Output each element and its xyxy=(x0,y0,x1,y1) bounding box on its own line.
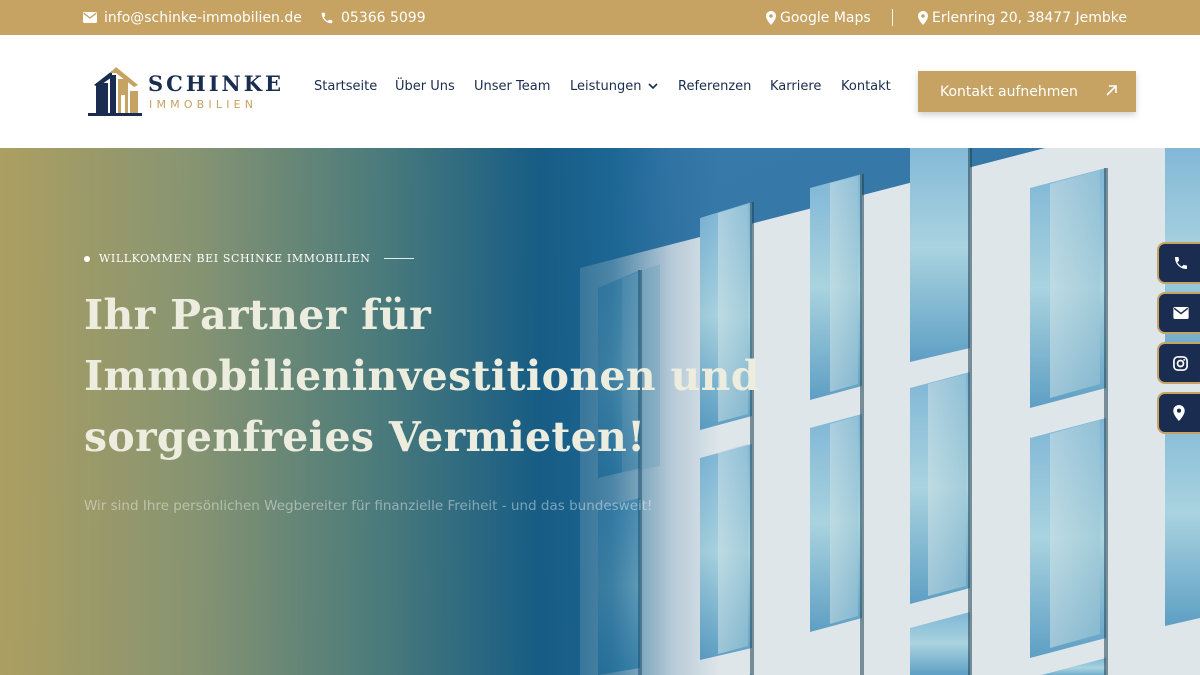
arrow-up-right-icon xyxy=(1106,85,1117,96)
nav-item-unser-team[interactable]: Unser Team xyxy=(474,79,550,94)
top-contact-bar: info@schinke-immobilien.de 05366 5099 Go… xyxy=(0,0,1200,35)
nav-item-label: Über Uns xyxy=(395,79,455,94)
site-header: SCHINKE IMMOBILIEN Startseite Über Uns U… xyxy=(0,35,1200,148)
hero-subline: Wir sind Ihre persönlichen Wegbereiter f… xyxy=(84,498,653,514)
nav-item-referenzen[interactable]: Referenzen xyxy=(678,79,751,94)
envelope-icon xyxy=(83,12,97,23)
nav-item-startseite[interactable]: Startseite xyxy=(314,79,377,94)
side-email-button[interactable] xyxy=(1157,292,1200,334)
map-pin-icon xyxy=(918,10,928,25)
logo-building-icon xyxy=(88,67,142,116)
eyebrow-text: WILLKOMMEN BEI SCHINKE IMMOBILIEN xyxy=(99,252,371,265)
phone-icon xyxy=(1175,257,1187,269)
nav-item-label: Karriere xyxy=(770,79,822,94)
nav-item-label: Startseite xyxy=(314,79,378,94)
side-phone-button[interactable] xyxy=(1157,242,1200,284)
phone-text: 05366 5099 xyxy=(341,9,426,26)
nav-item-ueber-uns[interactable]: Über Uns xyxy=(395,79,455,94)
nav-item-leistungen[interactable]: Leistungen xyxy=(570,79,659,94)
email-text: info@schinke-immobilien.de xyxy=(104,9,302,26)
nav-item-label: Unser Team xyxy=(474,79,551,94)
headline-line: Immobilieninvestitionen und xyxy=(84,352,760,400)
hero-headline: Ihr Partner für Immobilieninvestitionen … xyxy=(84,285,760,468)
nav-item-label: Referenzen xyxy=(678,79,752,94)
nav-item-label: Leistungen xyxy=(570,79,642,94)
map-pin-icon xyxy=(1173,405,1185,421)
phone-link[interactable]: 05366 5099 xyxy=(320,0,426,35)
side-location-button[interactable] xyxy=(1157,392,1200,434)
nav-item-kontakt[interactable]: Kontakt xyxy=(841,79,891,94)
logo-subtitle: IMMOBILIEN xyxy=(149,98,258,111)
chevron-down-icon xyxy=(648,83,659,90)
address-link[interactable]: Erlenring 20, 38477 Jembke xyxy=(918,0,1127,35)
email-link[interactable]: info@schinke-immobilien.de xyxy=(83,0,302,35)
headline-line: Ihr Partner für xyxy=(84,291,432,339)
phone-icon xyxy=(321,12,333,23)
eyebrow-dot xyxy=(84,255,90,262)
map-pin-icon xyxy=(766,10,776,25)
instagram-icon xyxy=(1173,355,1188,371)
topbar-divider xyxy=(892,9,893,26)
hero-eyebrow: WILLKOMMEN BEI SCHINKE IMMOBILIEN xyxy=(84,252,414,265)
nav-item-label: Kontakt xyxy=(841,79,891,94)
logo[interactable]: SCHINKE IMMOBILIEN xyxy=(88,65,281,119)
nav-item-karriere[interactable]: Karriere xyxy=(770,79,821,94)
headline-line: sorgenfreies Vermieten! xyxy=(84,413,646,461)
side-instagram-button[interactable] xyxy=(1157,342,1200,384)
address-text: Erlenring 20, 38477 Jembke xyxy=(932,9,1128,26)
google-maps-text: Google Maps xyxy=(780,9,871,26)
eyebrow-line xyxy=(383,258,414,259)
cta-label: Kontakt aufnehmen xyxy=(940,83,1078,100)
logo-name: SCHINKE xyxy=(148,71,284,96)
google-maps-link[interactable]: Google Maps xyxy=(766,0,871,35)
contact-cta-button[interactable]: Kontakt aufnehmen xyxy=(918,71,1136,112)
hero-section: WILLKOMMEN BEI SCHINKE IMMOBILIEN Ihr Pa… xyxy=(0,148,1200,675)
envelope-icon xyxy=(1173,307,1189,319)
